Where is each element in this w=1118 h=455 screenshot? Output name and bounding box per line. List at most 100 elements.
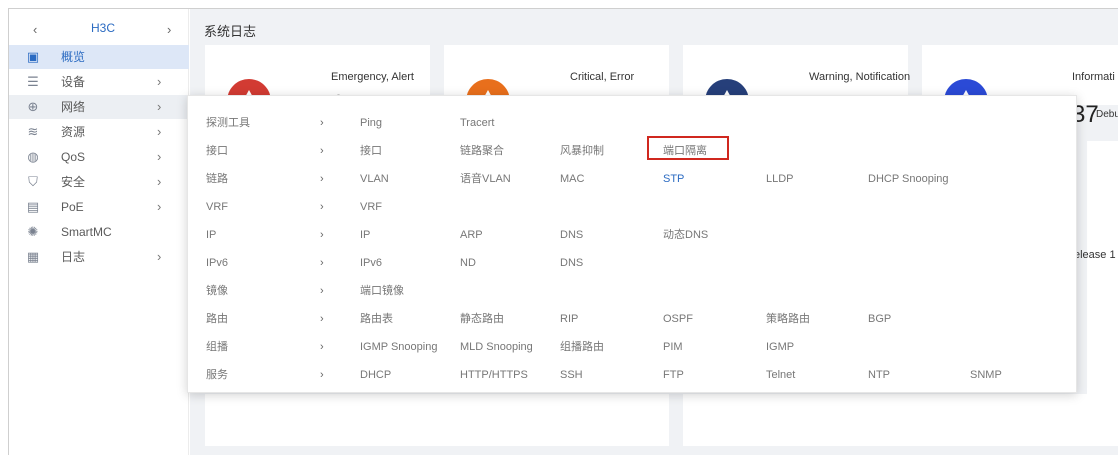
menu-link[interactable]: VLAN: [360, 172, 389, 186]
sidebar-header: ‹ H3C ›: [9, 9, 188, 45]
menu-link[interactable]: SSH: [560, 368, 583, 382]
chevron-right-icon: ›: [157, 99, 162, 114]
menu-row: 探测工具 › Ping Tracert: [188, 109, 1076, 137]
layers-icon: ≋: [27, 124, 39, 139]
menu-link[interactable]: Telnet: [766, 368, 795, 382]
sidebar-item-label: 概览: [61, 50, 86, 64]
menu-link[interactable]: VRF: [360, 200, 382, 214]
sidebar-item-7[interactable]: ✺ SmartMC: [9, 220, 189, 244]
sidebar-item-label: QoS: [61, 150, 86, 164]
network-dropdown-menu: 探测工具 › Ping Tracert 接口 › 接口 链路聚合 风暴抑制 端口隔离 链路 › VLAN…: [187, 95, 1077, 393]
log-icon: ▦: [26, 249, 40, 264]
chevron-right-icon: ›: [320, 173, 324, 185]
chevron-right-icon: ›: [157, 249, 162, 264]
menu-link[interactable]: IGMP Snooping: [360, 340, 437, 354]
menu-link[interactable]: 路由表: [360, 312, 393, 326]
sidebar-item-2[interactable]: ⊕ 网络 ›: [9, 95, 189, 119]
chevron-right-icon: ›: [157, 124, 162, 139]
menu-link[interactable]: 链路聚合: [460, 144, 504, 158]
sidebar-item-5[interactable]: ⛉ 安全 ›: [9, 170, 189, 194]
qos-icon: ◍: [27, 149, 39, 164]
menu-link[interactable]: DHCP: [360, 368, 391, 382]
chevron-right-icon: ›: [157, 149, 162, 164]
menu-link[interactable]: DNS: [560, 256, 583, 270]
menu-row: 接口 › 接口 链路聚合 风暴抑制 端口隔离: [188, 137, 1076, 165]
chevron-right-icon: ›: [320, 229, 324, 241]
menu-link[interactable]: 端口镜像: [360, 284, 404, 298]
sidebar-item-6[interactable]: ▤ PoE ›: [9, 195, 189, 219]
sidebar-item-4[interactable]: ◍ QoS ›: [9, 145, 189, 169]
menu-category[interactable]: 服务: [206, 368, 228, 382]
lower-panel-left: [205, 394, 669, 446]
menu-category[interactable]: 探测工具: [206, 116, 250, 130]
menu-link[interactable]: 组播路由: [560, 340, 604, 354]
menu-row: 服务 › DHCP HTTP/HTTPS SSH FTP Telnet NTP SNMP: [188, 361, 1076, 389]
menu-category[interactable]: 路由: [206, 312, 228, 326]
card-title: Warning, Notification: [809, 71, 911, 83]
menu-link[interactable]: IGMP: [766, 340, 794, 354]
menu-category[interactable]: IPv6: [206, 256, 228, 270]
chevron-right-icon: ›: [320, 201, 324, 213]
menu-link[interactable]: OSPF: [663, 312, 693, 326]
sidebar-item-8[interactable]: ▦ 日志 ›: [9, 245, 189, 269]
sidebar-item-label: PoE: [61, 200, 84, 214]
menu-link[interactable]: 静态路由: [460, 312, 504, 326]
version-text: elease 1: [1074, 249, 1116, 261]
menu-link[interactable]: BGP: [868, 312, 891, 326]
card-title: Critical, Error: [570, 71, 635, 83]
menu-link[interactable]: MLD Snooping: [460, 340, 533, 354]
lower-panel-right: [683, 394, 1118, 446]
chevron-right-icon: ›: [320, 257, 324, 269]
smartmc-icon: ✺: [27, 224, 39, 239]
menu-link[interactable]: STP: [663, 172, 684, 186]
sidebar-item-label: 网络: [61, 100, 86, 114]
menu-category[interactable]: 组播: [206, 340, 228, 354]
menu-link[interactable]: Ping: [360, 116, 382, 130]
menu-row: IPv6 › IPv6 ND DNS: [188, 249, 1076, 277]
sidebar-item-3[interactable]: ≋ 资源 ›: [9, 120, 189, 144]
menu-link[interactable]: IPv6: [360, 256, 382, 270]
menu-category[interactable]: 链路: [206, 172, 228, 186]
menu-link[interactable]: 风暴抑制: [560, 144, 604, 158]
card-title: Informati: [1072, 71, 1115, 83]
sidebar-item-1[interactable]: ☰ 设备 ›: [9, 70, 189, 94]
highlight-box: [647, 136, 729, 160]
menu-category[interactable]: 接口: [206, 144, 228, 158]
menu-link[interactable]: LLDP: [766, 172, 794, 186]
dashboard-icon: ▣: [26, 49, 40, 64]
sidebar-item-label: SmartMC: [61, 225, 112, 239]
menu-row: 组播 › IGMP Snooping MLD Snooping 组播路由 PIM IGMP: [188, 333, 1076, 361]
menu-link[interactable]: PIM: [663, 340, 683, 354]
chevron-right-icon: ›: [157, 174, 162, 189]
menu-link[interactable]: ND: [460, 256, 476, 270]
collapse-left-icon[interactable]: ‹: [33, 22, 37, 37]
chevron-right-icon: ›: [320, 313, 324, 325]
menu-link[interactable]: MAC: [560, 172, 584, 186]
card-title: Emergency, Alert: [331, 71, 414, 83]
menu-link[interactable]: SNMP: [970, 368, 1002, 382]
menu-link[interactable]: 语音VLAN: [460, 172, 511, 186]
menu-category[interactable]: IP: [206, 228, 216, 242]
menu-link[interactable]: Tracert: [460, 116, 494, 130]
chevron-right-icon: ›: [320, 369, 324, 381]
sidebar: ‹ H3C › ▣ 概览 ☰ 设备 › ⊕ 网络 › ≋ 资源 › ◍ QoS › ⛉ 安全 › ▤ PoE › ✺ Sm…: [9, 9, 189, 455]
chevron-right-icon: ›: [320, 145, 324, 157]
menu-link[interactable]: 接口: [360, 144, 382, 158]
expand-right-icon[interactable]: ›: [167, 22, 171, 37]
sidebar-item-0[interactable]: ▣ 概览: [9, 45, 189, 69]
menu-link[interactable]: NTP: [868, 368, 890, 382]
menu-link[interactable]: HTTP/HTTPS: [460, 368, 528, 382]
menu-link[interactable]: RIP: [560, 312, 578, 326]
menu-link[interactable]: DNS: [560, 228, 583, 242]
menu-row: VRF › VRF: [188, 193, 1076, 221]
menu-link[interactable]: DHCP Snooping: [868, 172, 949, 186]
menu-link[interactable]: IP: [360, 228, 370, 242]
menu-category[interactable]: VRF: [206, 200, 228, 214]
menu-category[interactable]: 镜像: [206, 284, 228, 298]
sidebar-item-label: 设备: [61, 75, 86, 89]
menu-link[interactable]: ARP: [460, 228, 483, 242]
menu-link[interactable]: FTP: [663, 368, 684, 382]
menu-link[interactable]: 动态DNS: [663, 228, 708, 242]
chevron-right-icon: ›: [157, 199, 162, 214]
menu-link[interactable]: 策略路由: [766, 312, 810, 326]
